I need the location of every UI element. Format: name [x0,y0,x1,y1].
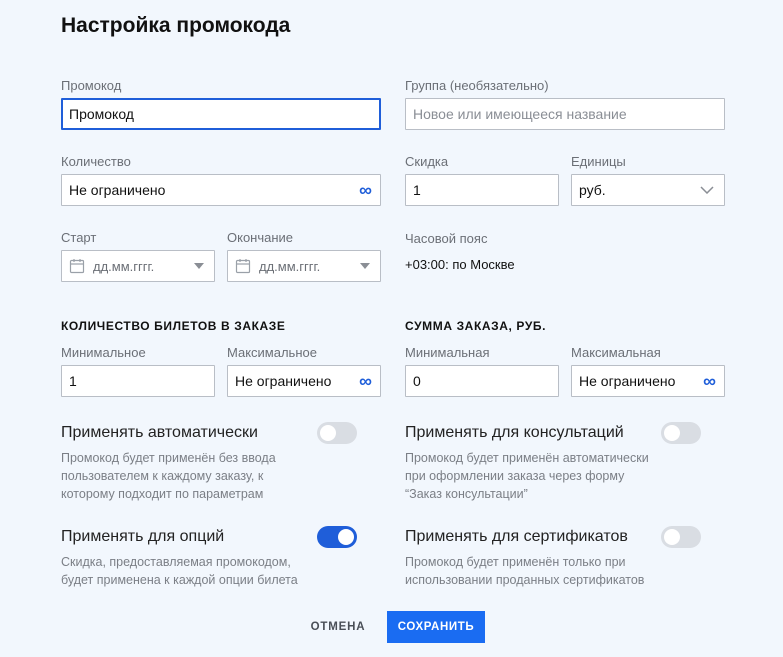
toggle-knob [320,425,336,441]
tickets-max-label: Максимальное [227,345,317,360]
group-label: Группа (необязательно) [405,78,549,93]
units-select[interactable]: руб. [571,174,725,206]
discount-label: Скидка [405,154,449,169]
promo-input[interactable]: Промокод [61,98,381,130]
discount-input[interactable]: 1 [405,174,559,206]
sum-min-label: Минимальная [405,345,490,360]
cancel-button[interactable]: ОТМЕНА [298,611,378,643]
consult-apply-toggle[interactable] [661,422,701,444]
promo-value: Промокод [69,106,134,122]
sum-min-value: 0 [413,373,421,389]
group-input[interactable]: Новое или имеющееся название [405,98,725,130]
auto-apply-desc: Промокод будет применён без ввода пользо… [61,451,276,501]
caret-down-icon [360,263,370,269]
units-value: руб. [579,182,606,198]
caret-down-icon [194,263,204,269]
infinity-icon[interactable]: ∞ [703,372,716,390]
consult-apply-desc: Промокод будет применён автоматически пр… [405,451,649,501]
tickets-max-input[interactable]: Не ограничено ∞ [227,365,381,397]
save-button[interactable]: СОХРАНИТЬ [387,611,485,643]
page-title: Настройка промокода [61,14,291,37]
start-placeholder: дд.мм.гггг. [93,258,155,274]
toggle-knob [338,529,354,545]
sum-max-input[interactable]: Не ограничено ∞ [571,365,725,397]
quantity-value: Не ограничено [69,182,166,198]
infinity-icon[interactable]: ∞ [359,372,372,390]
sum-max-value: Не ограничено [579,373,676,389]
certificates-apply-toggle[interactable] [661,526,701,548]
certificates-apply-title: Применять для сертификатов [405,528,628,545]
infinity-icon[interactable]: ∞ [359,181,372,199]
end-date-input[interactable]: дд.мм.гггг. [227,250,381,282]
options-apply-desc: Скидка, предоставляемая промокодом, буде… [61,555,298,587]
units-label: Единицы [571,154,626,169]
consult-apply-title: Применять для консультаций [405,424,624,441]
tickets-min-label: Минимальное [61,345,146,360]
tickets-heading: КОЛИЧЕСТВО БИЛЕТОВ В ЗАКАЗЕ [61,319,286,333]
start-date-input[interactable]: дд.мм.гггг. [61,250,215,282]
auto-apply-title: Применять автоматически [61,424,258,441]
end-placeholder: дд.мм.гггг. [259,258,321,274]
auto-apply-toggle[interactable] [317,422,357,444]
tickets-min-input[interactable]: 1 [61,365,215,397]
tickets-min-value: 1 [69,373,77,389]
options-apply-title: Применять для опций [61,528,225,545]
calendar-icon [235,258,251,274]
toggle-knob [664,529,680,545]
tickets-max-value: Не ограничено [235,373,332,389]
options-apply-toggle[interactable] [317,526,357,548]
promo-label: Промокод [61,78,122,93]
quantity-label: Количество [61,154,131,169]
certificates-apply-desc: Промокод будет применён только при испол… [405,555,645,587]
timezone-label: Часовой пояс [405,231,488,246]
start-label: Старт [61,230,97,245]
group-placeholder: Новое или имеющееся название [413,106,627,122]
sum-max-label: Максимальная [571,345,661,360]
chevron-down-icon [700,186,714,194]
order-sum-heading: СУММА ЗАКАЗА, РУБ. [405,319,547,333]
quantity-input[interactable]: Не ограничено ∞ [61,174,381,206]
calendar-icon [69,258,85,274]
end-label: Окончание [227,230,294,245]
discount-value: 1 [413,182,421,198]
timezone-value: +03:00: по Москве [405,257,515,272]
sum-min-input[interactable]: 0 [405,365,559,397]
toggle-knob [664,425,680,441]
